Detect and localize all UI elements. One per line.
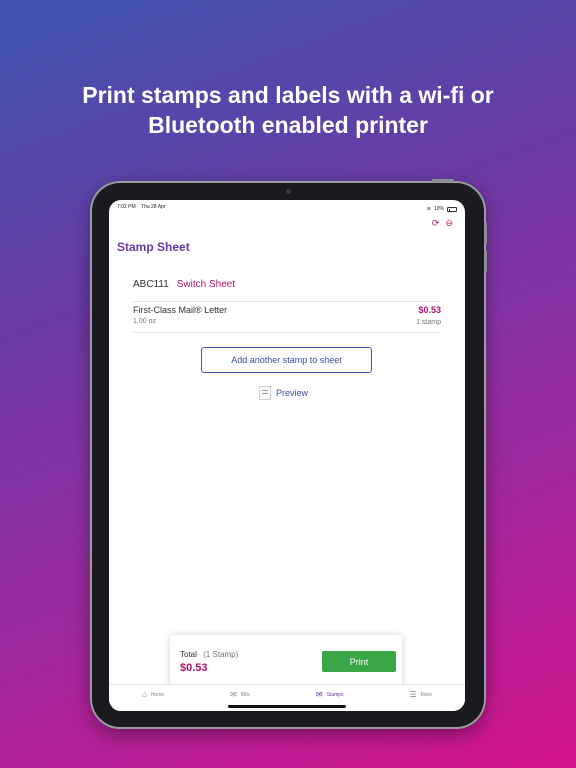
total-count: (1 Stamp): [203, 650, 239, 659]
battery-percent: 10%: [433, 206, 444, 212]
home-indicator[interactable]: [228, 705, 346, 708]
battery-icon: [447, 206, 457, 212]
total-amount: $0.53: [180, 662, 208, 674]
tab-more[interactable]: ☰ More: [409, 690, 432, 699]
header-actions: ⟳ ⊖: [432, 219, 453, 228]
sheet-selector: ABC111 Switch Sheet: [133, 279, 235, 290]
status-time: 7:02 PM: [117, 204, 136, 210]
tab-home[interactable]: ⌂ Home: [142, 690, 164, 699]
status-date: Thu 28 Apr: [141, 204, 166, 210]
volume-button: [484, 222, 487, 244]
tab-stamps-label: Stamps: [326, 691, 344, 698]
stamp-list-item[interactable]: First-Class Mail® Letter 1.00 oz $0.53 1…: [133, 301, 441, 333]
tab-bills-label: Bills: [240, 691, 250, 698]
front-camera: [286, 189, 291, 194]
page-title: Stamp Sheet: [117, 240, 190, 254]
add-stamp-button[interactable]: Add another stamp to sheet: [201, 347, 372, 373]
print-button[interactable]: Print: [322, 651, 396, 672]
total-label: Total: [180, 650, 197, 659]
stamp-weight: 1.00 oz: [133, 318, 156, 325]
app-screen: 7:02 PM Thu 28 Apr ≋ 10% ⟳ ⊖ Stamp Sheet…: [109, 200, 465, 711]
stamp-price: $0.53: [418, 305, 441, 315]
bills-icon: ✉: [230, 690, 237, 699]
volume-button: [484, 250, 487, 272]
headline-line-2: Bluetooth enabled printer: [148, 112, 428, 138]
total-panel: Total (1 Stamp) $0.53 Print: [170, 635, 402, 691]
tab-stamps[interactable]: ✉ Stamps: [316, 690, 344, 699]
sheet-preview-icon: [259, 386, 271, 400]
preview-button[interactable]: Preview: [259, 386, 308, 400]
headline-line-1: Print stamps and labels with a wi-fi or: [82, 82, 494, 108]
preview-label: Preview: [276, 388, 309, 398]
status-right: ≋ 10%: [427, 204, 457, 214]
tab-home-label: Home: [150, 691, 165, 698]
menu-icon: ☰: [409, 690, 417, 699]
power-button: [432, 179, 454, 182]
home-icon: ⌂: [141, 690, 147, 699]
sheet-name: ABC111: [133, 279, 169, 290]
refresh-icon[interactable]: ⟳: [432, 219, 440, 228]
minus-circle-icon[interactable]: ⊖: [445, 219, 453, 228]
switch-sheet-link[interactable]: Switch Sheet: [177, 279, 235, 290]
stamp-quantity: 1 stamp: [416, 319, 441, 326]
marketing-headline: Print stamps and labels with a wi-fi or …: [0, 80, 576, 140]
wifi-icon: ≋: [426, 206, 431, 212]
status-bar: 7:02 PM Thu 28 Apr ≋ 10%: [109, 200, 465, 214]
status-left: 7:02 PM Thu 28 Apr: [117, 204, 165, 214]
tab-bills[interactable]: ✉ Bills: [230, 690, 250, 699]
envelope-icon: ✉: [315, 690, 323, 699]
stamp-name: First-Class Mail® Letter: [133, 305, 228, 315]
total-label-row: Total (1 Stamp): [180, 650, 238, 659]
tab-more-label: More: [420, 691, 433, 698]
